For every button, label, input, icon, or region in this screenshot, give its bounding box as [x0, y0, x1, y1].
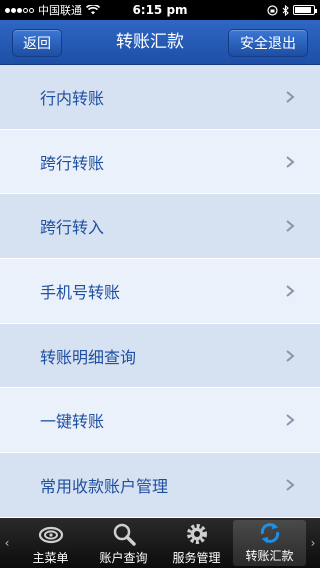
tab-label: 服务管理	[172, 551, 221, 565]
signal-strength-icon	[5, 7, 34, 13]
menu-item-intra-bank-transfer[interactable]: 行内转账	[0, 65, 320, 130]
tab-main-menu[interactable]: 主菜单	[14, 518, 87, 568]
wifi-icon	[86, 5, 100, 15]
status-right	[267, 4, 317, 16]
tab-scroll-left-icon[interactable]: ‹	[0, 518, 14, 568]
transfer-menu-list: 行内转账 跨行转账 跨行转入 手机号转账 转账明细查询 一键转账 常用收款账户管…	[0, 65, 320, 518]
menu-item-label: 常用收款账户管理	[40, 476, 169, 496]
navigation-bar: 返回 转账汇款 安全退出	[0, 20, 320, 65]
menu-item-label: 一键转账	[40, 412, 105, 432]
chevron-right-icon	[286, 91, 295, 103]
chevron-right-icon	[286, 479, 295, 491]
tab-label: 主菜单	[32, 551, 69, 565]
tab-transfer-remittance[interactable]: 转账汇款	[233, 520, 306, 566]
menu-item-label: 跨行转账	[40, 153, 105, 173]
chevron-right-icon	[286, 285, 295, 297]
refresh-arrows-icon	[260, 522, 279, 544]
menu-item-label: 手机号转账	[40, 282, 121, 302]
orientation-lock-icon	[267, 4, 278, 16]
chevron-right-icon	[286, 155, 295, 168]
tab-scroll-right-icon[interactable]: ›	[306, 518, 320, 568]
tab-service-management[interactable]: 服务管理	[160, 518, 233, 568]
menu-item-label: 跨行转入	[40, 218, 105, 238]
carrier-label: 中国联通	[38, 4, 82, 17]
chevron-right-icon	[286, 414, 295, 427]
status-bar: 中国联通 6:15 pm	[0, 0, 320, 20]
menu-item-label: 行内转账	[40, 88, 105, 108]
menu-item-label: 转账明细查询	[40, 347, 137, 367]
page-title: 转账汇款	[116, 32, 184, 52]
swirl-logo-icon	[38, 526, 63, 544]
bottom-tab-bar: ‹ 主菜单 账户查询 服务管理 转账汇款 ›	[0, 518, 320, 568]
chevron-right-icon	[286, 220, 295, 232]
tab-label: 转账汇款	[245, 549, 294, 563]
back-button[interactable]: 返回	[12, 29, 62, 57]
menu-item-one-click-transfer[interactable]: 一键转账	[0, 388, 320, 454]
status-left: 中国联通	[5, 2, 100, 18]
battery-icon	[293, 5, 317, 15]
menu-item-transfer-history-query[interactable]: 转账明细查询	[0, 323, 320, 389]
tab-label: 账户查询	[99, 551, 148, 565]
tab-account-query[interactable]: 账户查询	[87, 518, 160, 568]
secure-logout-button[interactable]: 安全退出	[228, 29, 308, 57]
menu-item-mobile-number-transfer[interactable]: 手机号转账	[0, 259, 320, 324]
menu-item-interbank-transfer-in[interactable]: 跨行转入	[0, 194, 320, 260]
chevron-right-icon	[286, 349, 295, 362]
bluetooth-icon	[282, 4, 289, 16]
gear-icon	[186, 524, 207, 544]
magnifier-icon	[113, 523, 136, 546]
menu-item-payee-account-management[interactable]: 常用收款账户管理	[0, 453, 320, 518]
menu-item-interbank-transfer[interactable]: 跨行转账	[0, 129, 320, 195]
